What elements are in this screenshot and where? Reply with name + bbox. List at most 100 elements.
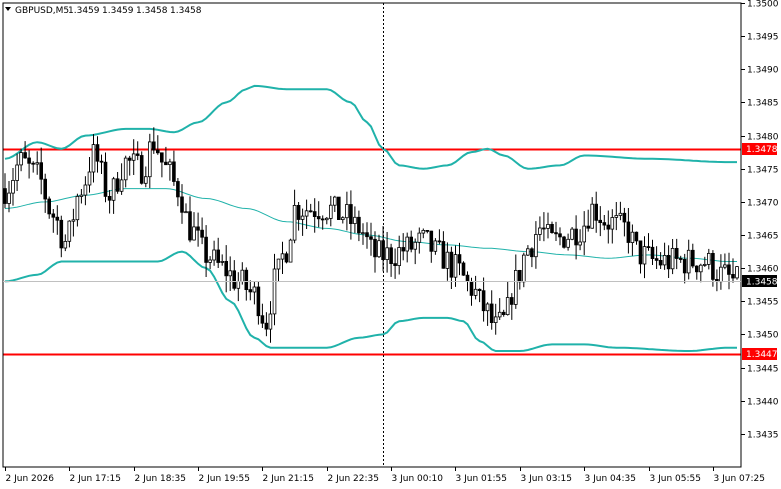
x-tick-label: 3 Jun 00:10 xyxy=(392,474,444,484)
candle-body xyxy=(91,144,96,173)
candle-body xyxy=(248,289,253,293)
candle-body xyxy=(79,194,84,197)
x-tick-label: 3 Jun 04:35 xyxy=(585,474,636,484)
candle-body xyxy=(276,258,281,270)
candle xyxy=(139,151,144,185)
candle-body xyxy=(618,212,623,216)
current-price-label: 1.3458 xyxy=(746,278,778,288)
candle-body xyxy=(377,240,381,258)
candle-body xyxy=(437,240,442,243)
candle-body xyxy=(123,157,128,181)
candle-body xyxy=(497,311,502,318)
candle-body xyxy=(465,274,470,283)
candle-body xyxy=(469,281,474,296)
candle-body xyxy=(324,217,329,221)
candle-body xyxy=(353,216,357,225)
candle-body xyxy=(204,236,208,263)
candle-body xyxy=(731,273,735,279)
candle-body xyxy=(176,181,180,198)
candle-body xyxy=(719,266,723,283)
candle-body xyxy=(514,269,518,305)
candle-body xyxy=(501,311,506,315)
candle-body xyxy=(31,162,35,165)
candle-body xyxy=(312,211,317,218)
y-tick-label: 1.3490 xyxy=(747,66,779,76)
candle-body xyxy=(332,196,337,206)
candle-body xyxy=(449,251,454,278)
candle-body xyxy=(405,236,409,252)
candle-body xyxy=(340,217,345,220)
candle-body xyxy=(658,259,663,266)
y-tick-label: 1.3500 xyxy=(747,0,779,10)
candle-body xyxy=(240,269,245,282)
candle-body xyxy=(27,157,31,164)
candle-body xyxy=(699,264,703,273)
candle-body xyxy=(590,203,594,229)
candle-body xyxy=(357,216,361,234)
candle-body xyxy=(409,236,413,250)
header-symbol: GBPUSD,M5 xyxy=(15,6,69,16)
y-tick-label: 1.3455 xyxy=(747,298,779,308)
candle-body xyxy=(646,246,651,249)
candle-body xyxy=(582,225,586,243)
candle-body xyxy=(316,216,321,220)
candle-body xyxy=(260,315,265,324)
candle-body xyxy=(602,222,607,226)
y-tick-label: 1.3450 xyxy=(747,331,779,341)
chart-canvas[interactable]: 1.3500 1.3495 1.3490 1.3485 1.3480 1.3475 1.34… xyxy=(0,0,781,489)
candle-body xyxy=(610,217,615,230)
candle-body xyxy=(369,236,373,240)
candle-body xyxy=(678,258,683,260)
candle-body xyxy=(654,258,659,261)
candle-body xyxy=(634,231,639,242)
candle-body xyxy=(192,226,196,241)
candle-body xyxy=(349,204,353,225)
candle xyxy=(522,252,526,288)
candle xyxy=(562,235,566,249)
candle-body xyxy=(188,211,192,241)
y-tick-label: 1.3435 xyxy=(747,431,779,441)
x-tick-label: 2 Jun 2026 xyxy=(6,474,55,484)
x-tick-label: 2 Jun 18:35 xyxy=(135,474,186,484)
candle-body xyxy=(401,247,405,252)
candle-body xyxy=(43,178,47,200)
y-tick-label: 1.3470 xyxy=(747,199,779,209)
candle-body xyxy=(224,260,229,277)
candle-body xyxy=(682,258,687,274)
candle-body xyxy=(534,234,538,258)
candle-body xyxy=(570,228,574,240)
candle-body xyxy=(320,218,325,221)
y-tick-label: 1.3495 xyxy=(747,33,779,43)
candle-body xyxy=(457,254,462,264)
candle-body xyxy=(642,246,647,265)
candle-body xyxy=(39,162,43,180)
candle-body xyxy=(196,226,200,231)
candle-body xyxy=(530,248,534,258)
candle-body xyxy=(180,196,184,213)
candle-body xyxy=(674,247,679,259)
candle-body xyxy=(622,212,627,223)
candle-body xyxy=(164,161,168,166)
candle-body xyxy=(453,254,458,278)
header-close: 1.3458 xyxy=(170,6,202,16)
chart-background xyxy=(0,0,781,489)
candle-body xyxy=(638,240,643,265)
candle-body xyxy=(481,290,486,312)
candle-body xyxy=(397,247,401,267)
candle-body xyxy=(127,157,132,161)
price-chart[interactable]: 1.3500 1.3495 1.3490 1.3485 1.3480 1.3475 1.34… xyxy=(0,0,781,489)
y-tick-label: 1.3485 xyxy=(747,99,779,109)
x-tick-label: 2 Jun 17:15 xyxy=(70,474,121,484)
candle-body xyxy=(280,253,285,260)
candle-body xyxy=(268,313,273,330)
candle-body xyxy=(155,149,160,154)
candle-body xyxy=(666,254,671,270)
candle-body xyxy=(119,179,124,192)
candle-body xyxy=(389,247,393,265)
candle-body xyxy=(83,184,88,196)
y-tick-label: 1.3460 xyxy=(747,265,779,275)
header-open: 1.3459 xyxy=(68,6,100,16)
candle-body xyxy=(7,192,11,204)
candle-body xyxy=(598,219,602,224)
candle-body xyxy=(264,322,269,330)
